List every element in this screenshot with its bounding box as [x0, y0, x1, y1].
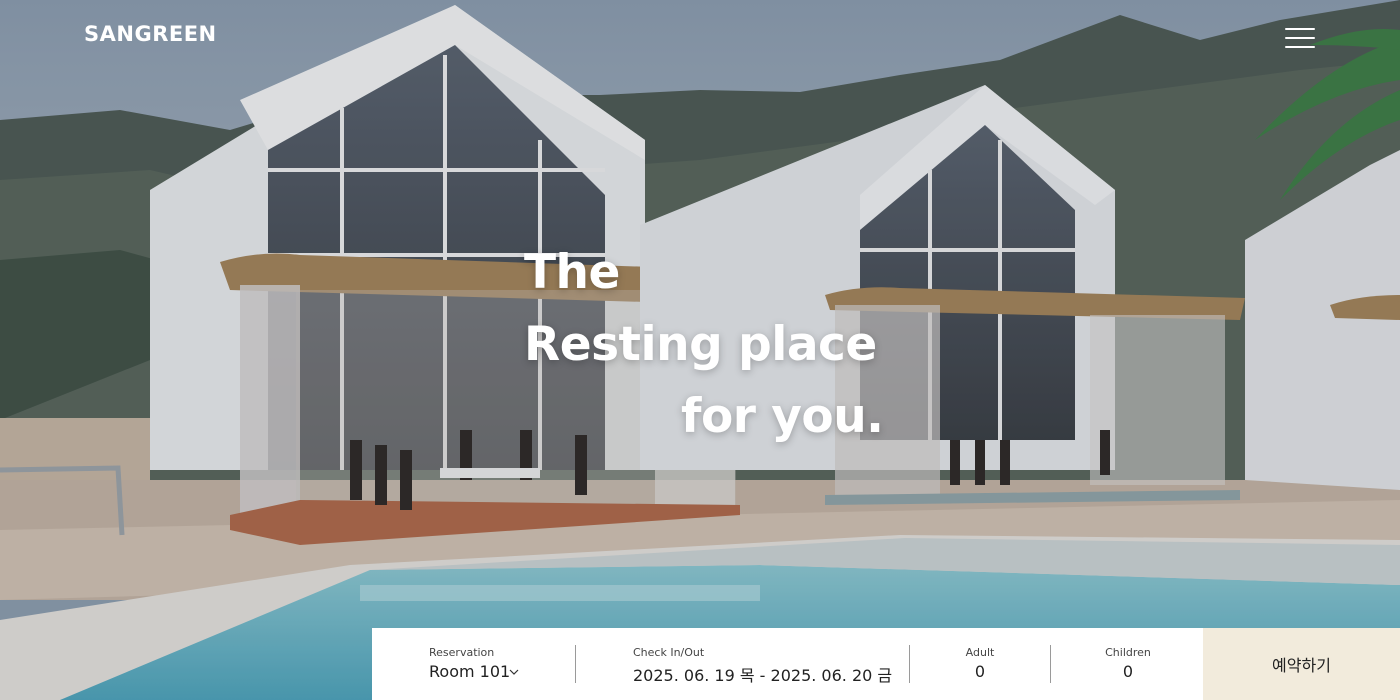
- check-in-out-value[interactable]: 2025. 06. 19 목 - 2025. 06. 20 금: [633, 662, 892, 686]
- hamburger-menu-icon[interactable]: [1283, 26, 1317, 52]
- menu-line: [1285, 37, 1315, 39]
- booking-bar: Reservation Room 101 Check In/Out 2025. …: [372, 628, 1400, 700]
- adult-label: Adult: [965, 646, 995, 659]
- site-logo[interactable]: SANGREEN: [84, 22, 217, 46]
- menu-line: [1285, 46, 1315, 48]
- room-select[interactable]: Reservation Room 101: [372, 628, 575, 700]
- children-value[interactable]: 0: [1051, 662, 1205, 681]
- reservation-value[interactable]: Room 101: [429, 662, 510, 681]
- adult-field[interactable]: Adult 0: [910, 628, 1050, 700]
- children-label: Children: [1105, 646, 1151, 659]
- adult-value[interactable]: 0: [910, 662, 1050, 681]
- reserve-button[interactable]: 예약하기: [1203, 628, 1400, 700]
- reservation-label: Reservation: [429, 646, 495, 659]
- children-field[interactable]: Children 0: [1051, 628, 1205, 700]
- hero-section: [0, 0, 1400, 700]
- check-in-out-field[interactable]: Check In/Out 2025. 06. 19 목 - 2025. 06. …: [576, 628, 909, 700]
- hero-background-image: [0, 0, 1400, 700]
- menu-line: [1285, 28, 1315, 30]
- check-in-out-label: Check In/Out: [633, 646, 705, 659]
- chevron-down-icon[interactable]: [509, 667, 519, 677]
